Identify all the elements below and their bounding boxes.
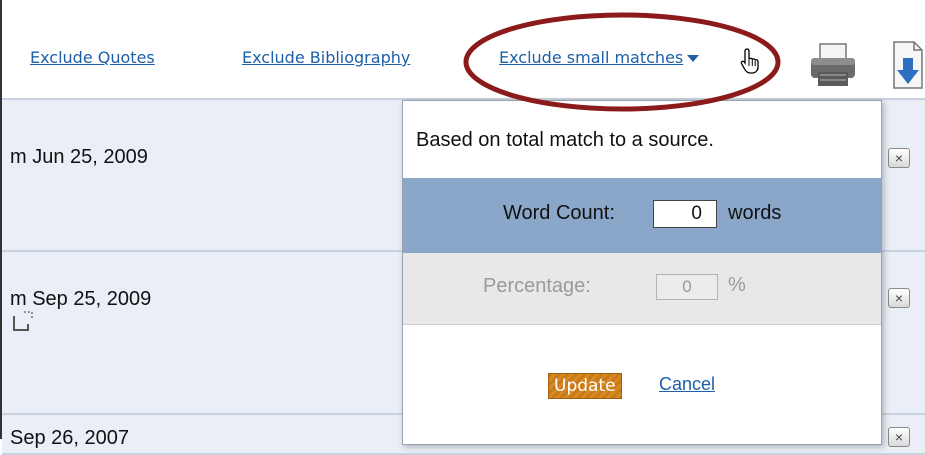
word-count-unit: words [728,202,782,224]
word-count-input[interactable] [653,200,717,228]
update-button[interactable]: Update [548,373,622,399]
word-count-label: Word Count: [503,202,615,224]
percentage-row: Percentage: % [403,253,881,325]
cancel-link[interactable]: Cancel [659,374,715,395]
download-icon[interactable] [888,40,925,90]
exclude-quotes-link[interactable]: Exclude Quotes [30,48,155,67]
row-date: m Jun 25, 2009 [10,146,148,168]
percentage-unit: % [728,274,746,296]
close-icon[interactable]: × [888,288,910,308]
pointer-cursor-icon [740,48,759,74]
external-link-icon[interactable] [12,310,34,332]
exclude-small-matches-link[interactable]: Exclude small matches [499,48,700,67]
exclude-small-matches-popup: Based on total match to a source. Word C… [402,100,882,445]
row-date: m Sep 25, 2009 [10,288,152,310]
printer-icon[interactable] [808,42,858,88]
dropdown-caret-icon [687,55,700,62]
percentage-input[interactable] [656,274,718,300]
close-icon[interactable]: × [888,427,910,447]
exclude-small-matches-label: Exclude small matches [499,48,684,67]
word-count-row: Word Count: words [403,178,881,253]
percentage-label: Percentage: [483,275,591,297]
popup-description: Based on total match to a source. [416,129,714,151]
toolbar: Exclude Quotes Exclude Bibliography Excl… [2,28,925,100]
exclude-bibliography-link[interactable]: Exclude Bibliography [242,48,410,67]
close-icon[interactable]: × [888,148,910,168]
